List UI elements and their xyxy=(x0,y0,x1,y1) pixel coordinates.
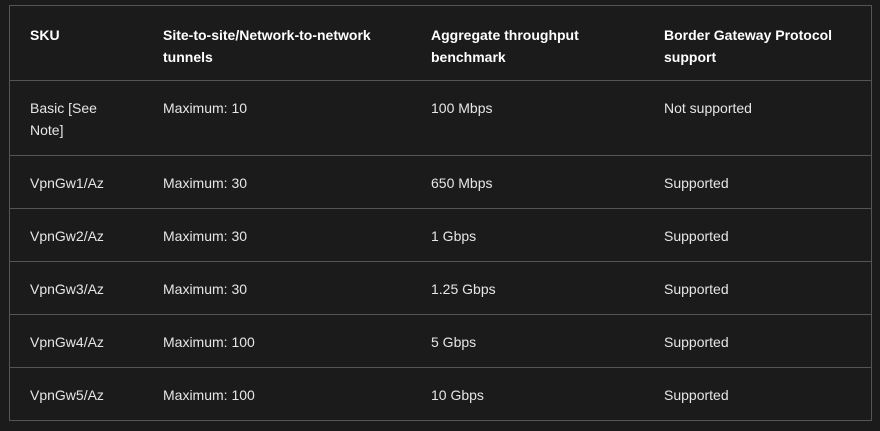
cell-throughput: 1 Gbps xyxy=(411,208,644,262)
cell-sku: Basic [See Note] xyxy=(10,80,143,156)
cell-tunnels: Maximum: 100 xyxy=(143,314,411,368)
header-sku: SKU xyxy=(10,6,143,81)
header-tunnels: Site-to-site/Network-to-network tunnels xyxy=(143,6,411,81)
cell-sku: VpnGw4/Az xyxy=(10,314,143,368)
cell-throughput: 5 Gbps xyxy=(411,314,644,368)
cell-bgp: Supported xyxy=(644,155,871,209)
header-row: SKU Site-to-site/Network-to-network tunn… xyxy=(10,6,871,81)
cell-throughput: 10 Gbps xyxy=(411,367,644,421)
cell-sku: VpnGw1/Az xyxy=(10,155,143,209)
table-header: SKU Site-to-site/Network-to-network tunn… xyxy=(10,6,871,81)
table-row: VpnGw3/Az Maximum: 30 1.25 Gbps Supporte… xyxy=(10,261,871,315)
cell-tunnels: Maximum: 30 xyxy=(143,155,411,209)
table-row: VpnGw1/Az Maximum: 30 650 Mbps Supported xyxy=(10,155,871,209)
header-throughput: Aggregate throughput benchmark xyxy=(411,6,644,81)
cell-bgp: Supported xyxy=(644,261,871,315)
header-bgp: Border Gateway Protocol support xyxy=(644,6,871,81)
cell-sku: VpnGw3/Az xyxy=(10,261,143,315)
cell-sku: VpnGw5/Az xyxy=(10,367,143,421)
cell-tunnels: Maximum: 100 xyxy=(143,367,411,421)
sku-comparison-table: SKU Site-to-site/Network-to-network tunn… xyxy=(10,6,871,421)
cell-bgp: Not supported xyxy=(644,80,871,156)
cell-tunnels: Maximum: 30 xyxy=(143,208,411,262)
table-body: Basic [See Note] Maximum: 10 100 Mbps No… xyxy=(10,80,871,421)
sku-comparison-table-container: SKU Site-to-site/Network-to-network tunn… xyxy=(9,5,872,421)
table-row: VpnGw5/Az Maximum: 100 10 Gbps Supported xyxy=(10,367,871,421)
cell-tunnels: Maximum: 30 xyxy=(143,261,411,315)
table-row: VpnGw2/Az Maximum: 30 1 Gbps Supported xyxy=(10,208,871,262)
table-row: VpnGw4/Az Maximum: 100 5 Gbps Supported xyxy=(10,314,871,368)
cell-bgp: Supported xyxy=(644,367,871,421)
cell-throughput: 650 Mbps xyxy=(411,155,644,209)
cell-bgp: Supported xyxy=(644,314,871,368)
table-row: Basic [See Note] Maximum: 10 100 Mbps No… xyxy=(10,80,871,156)
cell-sku: VpnGw2/Az xyxy=(10,208,143,262)
cell-bgp: Supported xyxy=(644,208,871,262)
cell-tunnels: Maximum: 10 xyxy=(143,80,411,156)
cell-throughput: 1.25 Gbps xyxy=(411,261,644,315)
cell-throughput: 100 Mbps xyxy=(411,80,644,156)
